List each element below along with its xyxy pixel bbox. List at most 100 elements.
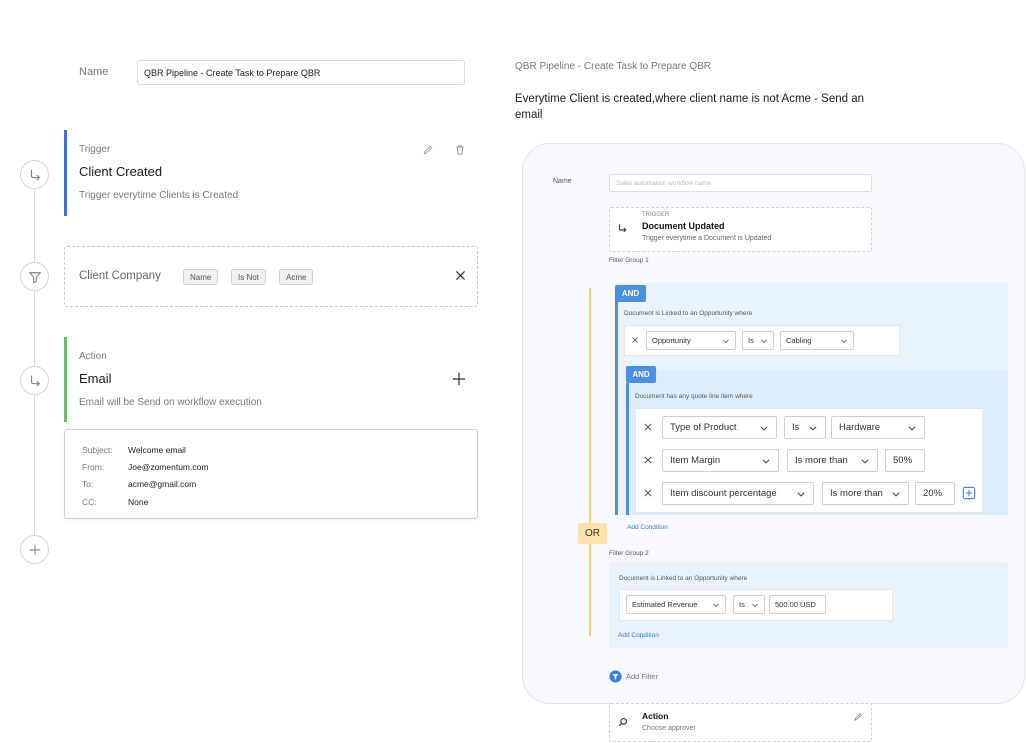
select-value: Is xyxy=(792,422,800,433)
select-value: Cabling xyxy=(786,336,812,345)
email-key: From: xyxy=(82,462,105,472)
screen-name-label: Name xyxy=(553,178,572,185)
group1-field-select[interactable]: Opportunity xyxy=(646,331,736,350)
select-value: Item discount percentage xyxy=(670,488,777,499)
timeline-line xyxy=(34,190,35,535)
filter-field-label: Client Company xyxy=(79,270,161,282)
add-action-button[interactable] xyxy=(452,372,466,391)
workflow-breadcrumb: QBR Pipeline - Create Task to Prepare QB… xyxy=(515,61,712,72)
pencil-icon xyxy=(423,145,433,155)
pencil-icon[interactable] xyxy=(853,712,863,722)
condition-2-operator-select[interactable]: Is more than xyxy=(787,449,878,472)
filter-add-icon[interactable] xyxy=(609,670,622,683)
close-icon[interactable] xyxy=(643,422,653,432)
trigger-accent-bar xyxy=(64,130,67,216)
email-value: Joe@zomentum.com xyxy=(128,462,209,472)
select-value: Is more than xyxy=(830,488,883,499)
group2-field-select[interactable]: Estimated Revenue xyxy=(626,595,726,614)
workflow-description: Everytime Client is created,where client… xyxy=(515,93,864,121)
group1-operator-select[interactable]: Is xyxy=(742,331,774,350)
screen-action-subtitle: Choose approver xyxy=(642,725,696,732)
chevron-down-icon xyxy=(713,603,719,607)
email-value: acme@gmail.com xyxy=(128,479,197,489)
plus-icon xyxy=(452,372,466,386)
close-icon[interactable] xyxy=(643,488,653,498)
workflow-name-input[interactable] xyxy=(137,60,465,85)
chevron-down-icon xyxy=(892,491,900,497)
condition-1-field-select[interactable]: Type of Product xyxy=(662,416,777,439)
filter-node xyxy=(20,262,49,291)
filter-group-2-label: Filter Group 2 xyxy=(609,550,649,557)
chevron-down-icon xyxy=(797,491,805,497)
add-condition-link-2[interactable]: Add Condition xyxy=(618,632,659,639)
screen-trigger-subtitle: Trigger everytime a Document is Updated xyxy=(642,235,772,242)
group1-value-select[interactable]: Cabling xyxy=(780,331,854,350)
plus-icon xyxy=(29,544,40,555)
condition-3-field-select[interactable]: Item discount percentage xyxy=(662,482,814,505)
close-icon[interactable] xyxy=(631,336,639,344)
condition-3-operator-select[interactable]: Is more than xyxy=(822,482,909,505)
action-title: Email xyxy=(79,371,112,386)
select-value: Is xyxy=(739,600,745,609)
trigger-title: Client Created xyxy=(79,164,163,179)
or-rail xyxy=(589,288,591,636)
filter-group-1-label: Filter Group 1 xyxy=(609,257,649,264)
arrow-turn-right-icon xyxy=(30,375,40,387)
condition-3-value-input[interactable]: 20% xyxy=(915,482,955,505)
close-icon xyxy=(456,271,465,280)
chevron-down-icon xyxy=(752,603,758,607)
condition-1-value-select[interactable]: Hardware xyxy=(831,416,925,439)
remove-filter-button[interactable] xyxy=(454,269,467,287)
chevron-down-icon xyxy=(841,339,847,343)
trash-icon xyxy=(456,145,464,155)
add-condition-link[interactable]: Add Condition xyxy=(627,524,668,531)
chevron-down-icon xyxy=(761,339,767,343)
chevron-down-icon xyxy=(908,425,916,431)
name-label: Name xyxy=(79,66,109,78)
edit-trigger-button[interactable] xyxy=(422,143,434,161)
delete-trigger-button[interactable] xyxy=(454,143,466,161)
select-value: Is more than xyxy=(795,455,848,466)
screen-trigger-eyebrow: TRIGGER xyxy=(642,212,670,218)
trigger-subtitle: Trigger everytime Clients is Created xyxy=(79,190,239,201)
trigger-node xyxy=(20,160,49,189)
select-value: Estimated Revenue xyxy=(632,600,698,609)
group2-value-input[interactable]: 500.00 USD xyxy=(769,595,826,614)
search-icon xyxy=(618,718,627,727)
add-step-button[interactable] xyxy=(20,535,49,564)
select-value: Is xyxy=(748,336,754,345)
arrow-turn-right-icon xyxy=(618,224,627,233)
email-details-card: Subject: Welcome email From: Joe@zomentu… xyxy=(64,429,478,519)
trigger-eyebrow: Trigger xyxy=(79,144,111,155)
condition-1-operator-select[interactable]: Is xyxy=(784,416,826,439)
chevron-down-icon xyxy=(861,458,869,464)
email-key: Subject: xyxy=(82,445,113,455)
email-key: To: xyxy=(82,479,94,489)
chevron-down-icon xyxy=(762,458,770,464)
email-value: None xyxy=(128,497,149,507)
nested-and-tag: AND xyxy=(626,366,656,383)
chevron-down-icon xyxy=(723,339,729,343)
screen-action-card[interactable] xyxy=(609,703,872,742)
arrow-turn-right-icon xyxy=(30,169,40,181)
filter-chip-name[interactable]: Name xyxy=(183,269,219,285)
group1-caption: Document is Linked to an Opportunity whe… xyxy=(624,310,753,317)
action-eyebrow: Action xyxy=(79,351,107,362)
action-subtitle: Email will be Send on workflow execution xyxy=(79,397,262,408)
chevron-down-icon xyxy=(760,425,768,431)
screen-name-input[interactable]: Sales automation workflow name xyxy=(609,174,872,192)
condition-2-value-input[interactable]: 50% xyxy=(885,449,925,472)
group2-operator-select[interactable]: Is xyxy=(733,595,765,614)
select-value: Type of Product xyxy=(670,422,737,433)
condition-2-field-select[interactable]: Item Margin xyxy=(662,449,779,472)
screen-action-title: Action xyxy=(642,711,669,721)
chevron-down-icon xyxy=(809,425,817,431)
or-tag: OR xyxy=(578,523,607,544)
filter-chip-operator[interactable]: Is Not xyxy=(231,269,266,285)
filter-chip-value[interactable]: Acme xyxy=(279,269,314,285)
add-square-icon[interactable] xyxy=(962,486,976,500)
group2-caption: Document is Linked to an Opportunity whe… xyxy=(619,575,748,582)
email-key: CC: xyxy=(82,497,97,507)
add-filter-button[interactable]: Add Filter xyxy=(626,672,658,681)
close-icon[interactable] xyxy=(643,455,653,465)
